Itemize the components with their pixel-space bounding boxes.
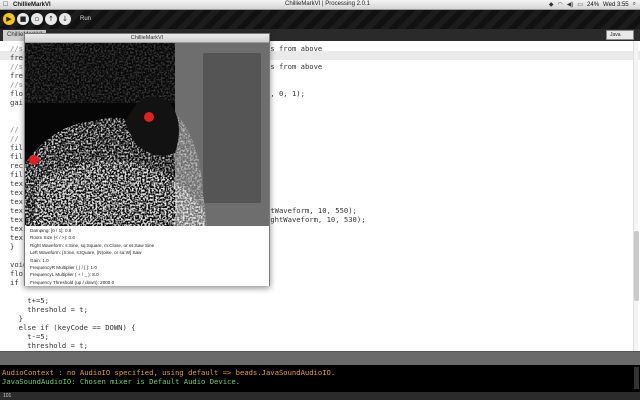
depth-camera-view [25, 43, 269, 226]
code-line[interactable]: threshold = t; [10, 341, 88, 350]
open-icon[interactable]: ↑ [45, 13, 57, 25]
code-line-tail[interactable]: ftWaveform, 10, 550); [266, 206, 357, 215]
save-icon[interactable]: ↓ [59, 13, 71, 25]
code-line-tail[interactable]: es from above [266, 62, 322, 71]
stop-icon[interactable]: ■ [17, 13, 29, 25]
parameter-line: Gain: 1.0 [30, 257, 49, 263]
new-icon[interactable]: ▫ [31, 13, 43, 25]
parameter-line: Right Waveform: s:Sine, sq:Square, m:Clo… [30, 242, 155, 248]
clock[interactable]: Wed 3:55 [603, 2, 629, 8]
console-scrollbar[interactable] [634, 367, 639, 389]
app-menu-name[interactable]: ChillieMarkVI [13, 2, 51, 8]
code-line[interactable]: tex [10, 206, 23, 215]
right-hand-tracker [144, 112, 154, 122]
code-line-tail[interactable]: ), 0, 1); [266, 89, 305, 98]
depth-image [25, 43, 269, 226]
code-line[interactable]: // [10, 134, 19, 143]
run-label: Run [80, 16, 92, 22]
code-line[interactable]: rec [10, 161, 23, 170]
parameter-line: Left Waveform: [S:ine, s:tQuare, (N)oise… [30, 250, 142, 256]
console-divider[interactable] [0, 351, 640, 365]
parameter-line: Damping: [0 / 1]: 0.8 [30, 228, 72, 233]
parameter-line: FrequencyL Multiplier ( + / _ ): 8.0 [30, 272, 99, 278]
code-line[interactable]: t-=5; [10, 332, 49, 341]
code-line[interactable]: fil [10, 170, 23, 179]
sketch-title: ChillieMarkVI [130, 35, 164, 41]
wifi-icon[interactable]: ◠ [557, 1, 562, 8]
code-line[interactable]: fre [10, 53, 23, 62]
line-number-bar: 101 [0, 392, 640, 400]
sketch-titlebar[interactable]: ChillieMarkVI [25, 34, 269, 43]
battery-percent: 24% [587, 1, 600, 8]
editor-scrollbar[interactable] [633, 41, 639, 351]
code-line[interactable]: fre [10, 71, 23, 80]
code-line[interactable]: tex [10, 197, 23, 206]
status-icons: ◆ ◠ ◀) ▭ 24% Wed 3:55 ⌕ [549, 1, 636, 8]
line-number: 101 [3, 393, 12, 399]
ide-toolbar: ▶ ■ ▫ ↑ ↓ Run [0, 10, 640, 29]
code-line[interactable]: flo [10, 269, 23, 278]
left-hand-tracker [29, 155, 39, 165]
code-line[interactable]: flo [10, 89, 23, 98]
sketch-window[interactable]: ChillieMarkVI Damping: [0 / 1]: 0.8 Room… [24, 33, 270, 286]
code-line[interactable]: tex [10, 224, 23, 233]
code-line[interactable]: tex [10, 233, 23, 242]
parameter-line: FrequencyR Multiplier ( ) / [ ]: 1.0 [30, 265, 97, 270]
code-line[interactable]: tex [10, 188, 23, 197]
code-line[interactable]: //s [10, 80, 23, 89]
console-line: JavaSoundAudioIO: Chosen mixer is Defaul… [2, 377, 240, 386]
code-line[interactable]: } [10, 314, 23, 323]
run-icon[interactable]: ▶ [3, 13, 15, 25]
code-line[interactable]: } [10, 242, 14, 251]
parameter-panel: Damping: [0 / 1]: 0.8 Room Size (< / >): … [25, 226, 269, 286]
code-line[interactable]: t+=5; [10, 296, 49, 305]
console-line: AudioContext : no AudioIO specified, usi… [2, 368, 336, 377]
dropbox-icon[interactable]: ◆ [549, 1, 554, 8]
code-line-tail[interactable]: ightWaveform, 10, 530); [266, 215, 366, 224]
volume-icon[interactable]: ◀) [567, 1, 574, 8]
code-line[interactable]: fil [10, 143, 23, 152]
apple-menu-icon[interactable]:  [3, 0, 11, 10]
code-line[interactable]: // [10, 125, 19, 134]
code-line[interactable]: //s [10, 44, 23, 53]
code-line[interactable]: //s [10, 62, 23, 71]
editor-scroll-thumb[interactable] [634, 231, 639, 301]
window-title: ChillieMarkVI | Processing 2.0.1 [285, 1, 370, 7]
parameter-line: Frequency Threshold (up / down): 2000.0 [30, 279, 115, 285]
code-line[interactable]: threshold = t; [10, 305, 88, 314]
code-line[interactable]: else if (keyCode == DOWN) { [10, 323, 136, 332]
code-line[interactable]: fil [10, 152, 23, 161]
battery-icon[interactable]: ▭ [577, 1, 583, 8]
code-line-tail[interactable]: es from above [266, 44, 322, 53]
code-line[interactable]: gai [10, 98, 23, 107]
code-line[interactable]: tex [10, 179, 23, 188]
parameter-line: Room Size (< / >): 0.6 [30, 235, 75, 241]
menu-bar:  ChillieMarkVI ChillieMarkVI | Processi… [0, 0, 640, 10]
search-icon[interactable]: ⌕ [633, 1, 636, 8]
mode-selector[interactable]: Java [606, 30, 634, 40]
code-line[interactable]: tex [10, 215, 23, 224]
